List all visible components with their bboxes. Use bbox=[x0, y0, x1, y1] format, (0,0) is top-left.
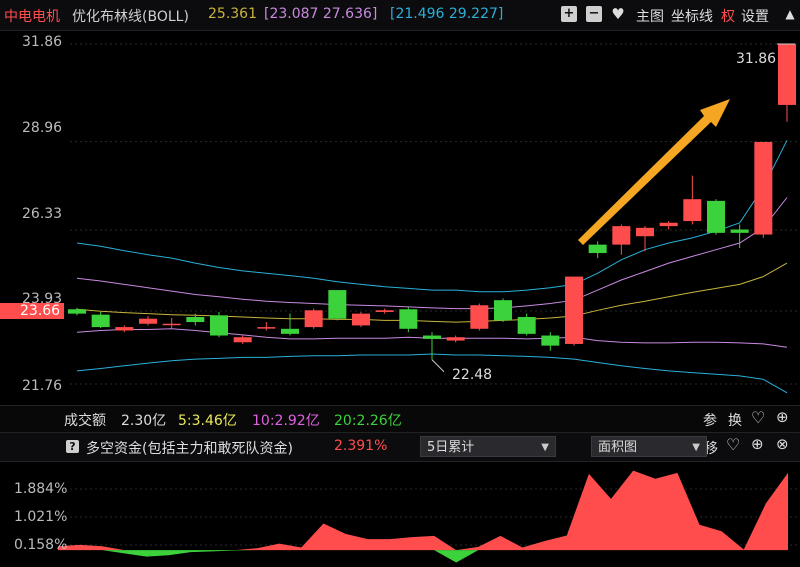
candle-body bbox=[304, 310, 323, 328]
volume-value: 2.30亿 bbox=[121, 413, 167, 429]
fund-area-chart[interactable] bbox=[0, 461, 800, 567]
candle-body bbox=[494, 300, 512, 321]
candle-body bbox=[612, 226, 631, 245]
param-button[interactable]: 参 bbox=[703, 410, 717, 430]
candle-body bbox=[541, 335, 560, 346]
candle-body bbox=[517, 317, 536, 334]
candle-body bbox=[328, 290, 347, 319]
candle-body bbox=[754, 141, 773, 235]
heart-outline-icon[interactable]: ♡ bbox=[751, 408, 765, 427]
candle-body bbox=[636, 227, 654, 237]
candle-body bbox=[707, 200, 725, 233]
boll-inner-upper-line bbox=[76, 197, 788, 310]
price-tick-3: 26.33 bbox=[22, 206, 63, 222]
candle-body bbox=[162, 323, 181, 326]
candle-body bbox=[588, 244, 607, 254]
fund-areas bbox=[58, 470, 788, 563]
switch-button[interactable]: 换 bbox=[728, 410, 742, 430]
chevron-down-icon: ▼ bbox=[541, 442, 549, 453]
current-price-tag: 23.66 bbox=[0, 303, 64, 319]
close-icon[interactable]: ⊗ bbox=[776, 435, 789, 453]
candle-body bbox=[659, 222, 678, 227]
candle-body bbox=[233, 337, 252, 343]
fund-negative-area bbox=[58, 550, 788, 563]
volume-label: 成交额 bbox=[64, 413, 106, 429]
period-selected: 5日累计 bbox=[427, 440, 475, 455]
candle-body bbox=[352, 313, 370, 326]
boll-candlestick-chart[interactable] bbox=[0, 0, 800, 404]
candle-body bbox=[139, 318, 157, 324]
volume-info-bar: 成交额 2.30亿 5:3.46亿 10:2.92亿 20:2.26亿 参 换 … bbox=[0, 405, 800, 433]
candle-body bbox=[446, 337, 465, 341]
candle-body bbox=[730, 229, 749, 233]
zoom-in-icon[interactable]: ⊕ bbox=[776, 408, 789, 426]
fund-tick-2: 1.021% bbox=[14, 509, 68, 525]
candle-body bbox=[565, 276, 583, 344]
candle-body bbox=[68, 309, 86, 314]
price-tick-5: 21.76 bbox=[22, 378, 63, 394]
chevron-down-icon: ▼ bbox=[692, 442, 700, 453]
boll-outer-upper-line bbox=[76, 140, 788, 293]
candle-body bbox=[186, 317, 205, 323]
volume-ma10: 10:2.92亿 bbox=[252, 413, 320, 429]
fund-title: 多空资金(包括主力和敢死队资金) bbox=[86, 441, 293, 457]
high-price-annotation: 31.86 bbox=[736, 51, 777, 67]
candle-body bbox=[399, 309, 418, 329]
fund-tick-1: 1.884% bbox=[14, 481, 68, 497]
candle-body bbox=[257, 327, 276, 329]
volume-ma5: 5:3.46亿 bbox=[178, 413, 237, 429]
candle-body bbox=[470, 305, 489, 329]
candle-body bbox=[375, 310, 394, 312]
candle-body bbox=[91, 314, 110, 328]
price-tick-2: 28.96 bbox=[22, 120, 63, 136]
candles bbox=[68, 44, 796, 360]
candle-body bbox=[115, 327, 134, 331]
heart-outline-icon[interactable]: ♡ bbox=[726, 435, 740, 454]
candle-body bbox=[423, 335, 441, 339]
chart-type-dropdown[interactable]: 面积图 ▼ bbox=[591, 436, 707, 457]
help-icon[interactable]: ? bbox=[66, 440, 79, 453]
candle-body bbox=[281, 328, 299, 334]
period-dropdown[interactable]: 5日累计 ▼ bbox=[420, 436, 556, 457]
low-annotation-pointer bbox=[431, 359, 445, 373]
low-price-annotation: 22.48 bbox=[452, 367, 493, 383]
candle-body bbox=[210, 315, 228, 336]
fund-positive-area bbox=[58, 470, 788, 551]
chart-type-selected: 面积图 bbox=[598, 440, 638, 455]
price-tick-1: 31.86 bbox=[22, 34, 63, 50]
volume-ma20: 20:2.26亿 bbox=[334, 413, 402, 429]
candle-body bbox=[778, 44, 796, 105]
fund-value: 2.391% bbox=[334, 438, 388, 454]
zoom-in-icon[interactable]: ⊕ bbox=[751, 435, 764, 453]
fund-tick-3: 0.158% bbox=[14, 537, 68, 553]
candle-body bbox=[683, 199, 702, 222]
